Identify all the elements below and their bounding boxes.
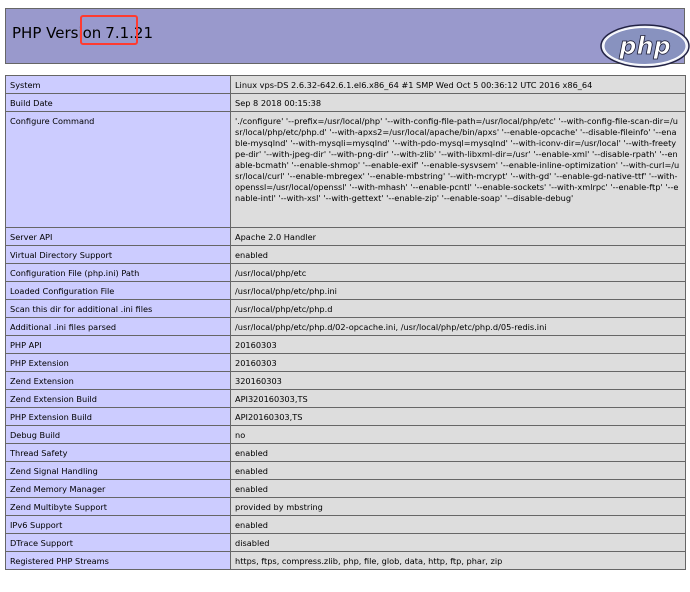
row-key: Scan this dir for additional .ini files [5, 299, 231, 318]
row-key: IPv6 Support [5, 515, 231, 534]
table-row: PHP Extension Build API20160303,TS [5, 407, 686, 426]
row-value: disabled [230, 533, 686, 552]
table-row: DTrace Support disabled [5, 533, 686, 552]
table-row: IPv6 Support enabled [5, 515, 686, 534]
table-row: Server API Apache 2.0 Handler [5, 227, 686, 246]
row-value: 20160303 [230, 335, 686, 354]
row-key: Virtual Directory Support [5, 245, 231, 264]
row-key: Loaded Configuration File [5, 281, 231, 300]
info-table-body: System Linux vps-DS 2.6.32-642.6.1.el6.x8… [5, 75, 686, 570]
row-value: enabled [230, 245, 686, 264]
row-value: Sep 8 2018 00:15:38 [230, 93, 686, 112]
row-value: 320160303 [230, 371, 686, 390]
row-value: /usr/local/php/etc/php.ini [230, 281, 686, 300]
row-value: no [230, 425, 686, 444]
row-key: Configuration File (php.ini) Path [5, 263, 231, 282]
row-key: Zend Extension [5, 371, 231, 390]
table-row: System Linux vps-DS 2.6.32-642.6.1.el6.x8… [5, 75, 686, 94]
table-row: PHP Extension 20160303 [5, 353, 686, 372]
row-value: enabled [230, 461, 686, 480]
row-key: DTrace Support [5, 533, 231, 552]
row-value: './configure' '--prefix=/usr/local/php' … [230, 111, 686, 228]
row-key: Debug Build [5, 425, 231, 444]
row-value: provided by mbstring [230, 497, 686, 516]
table-row: Configure Command './configure' '--prefix… [5, 111, 686, 228]
row-key: Build Date [5, 93, 231, 112]
row-value: /usr/local/php/etc/php.d/02-opcache.ini,… [230, 317, 686, 336]
table-row: PHP API 20160303 [5, 335, 686, 354]
table-row: Thread Safety enabled [5, 443, 686, 462]
row-key: Configure Command [5, 111, 231, 228]
row-value: API20160303,TS [230, 407, 686, 426]
version-highlight [80, 15, 138, 45]
row-value: enabled [230, 515, 686, 534]
table-row: Additional .ini files parsed/usr/local/p… [5, 317, 686, 336]
row-key: PHP Extension Build [5, 407, 231, 426]
row-value: API320160303,TS [230, 389, 686, 408]
row-key: Additional .ini files parsed [5, 317, 231, 336]
table-row: Virtual Directory Support enabled [5, 245, 686, 264]
row-key: Zend Extension Build [5, 389, 231, 408]
table-row: Zend Memory Manager enabled [5, 479, 686, 498]
row-key: Server API [5, 227, 231, 246]
logo-text: php [618, 32, 670, 60]
row-key: Thread Safety [5, 443, 231, 462]
row-key: Zend Multibyte Support [5, 497, 231, 516]
row-value: /usr/local/php/etc/php.d [230, 299, 686, 318]
row-value: https, ftps, compress.zlib, php, file, g… [230, 551, 686, 570]
row-value: enabled [230, 443, 686, 462]
row-value: enabled [230, 479, 686, 498]
row-key: PHP API [5, 335, 231, 354]
table-row: Debug Build no [5, 425, 686, 444]
row-value: 20160303 [230, 353, 686, 372]
table-row: Zend Extension 320160303 [5, 371, 686, 390]
php-info-table: System Linux vps-DS 2.6.32-642.6.1.el6.x8… [5, 75, 686, 570]
row-key: Zend Memory Manager [5, 479, 231, 498]
table-row: Build Date Sep 8 2018 00:15:38 [5, 93, 686, 112]
php-logo-icon: php [600, 24, 690, 68]
table-row: Zend Extension Build API320160303,TS [5, 389, 686, 408]
table-row: Registered PHP Streams https, ftps, compr… [5, 551, 686, 570]
row-value: /usr/local/php/etc [230, 263, 686, 282]
table-row: Zend Signal Handling enabled [5, 461, 686, 480]
row-key: System [5, 75, 231, 94]
table-row: Configuration File (php.ini) Path/usr/lo… [5, 263, 686, 282]
table-row: Loaded Configuration File/usr/local/php/… [5, 281, 686, 300]
row-key: Zend Signal Handling [5, 461, 231, 480]
table-row: Zend Multibyte Support provided by mbstri… [5, 497, 686, 516]
row-key: Registered PHP Streams [5, 551, 231, 570]
row-key: PHP Extension [5, 353, 231, 372]
row-value: Linux vps-DS 2.6.32-642.6.1.el6.x86_64 #… [230, 75, 686, 94]
table-row: Scan this dir for additional .ini files /… [5, 299, 686, 318]
row-value: Apache 2.0 Handler [230, 227, 686, 246]
